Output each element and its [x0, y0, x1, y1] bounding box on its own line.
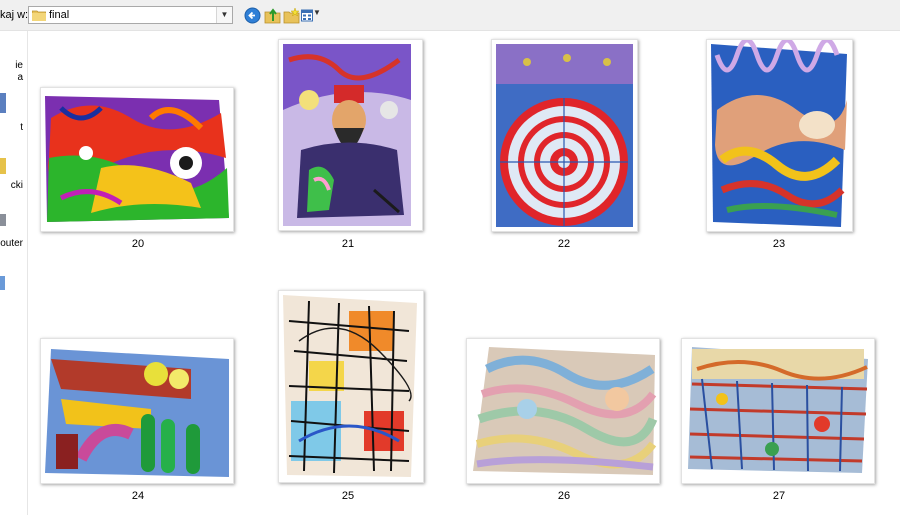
- file-name-label: 24: [131, 490, 145, 502]
- place-label: ie: [15, 60, 23, 71]
- image-thumbnail: [706, 39, 853, 232]
- look-in-combobox[interactable]: final ▼: [28, 6, 233, 24]
- file-item-25[interactable]: 25: [250, 290, 446, 503]
- back-icon[interactable]: [244, 7, 261, 24]
- image-thumbnail: [681, 338, 875, 484]
- file-name-label: 26: [557, 490, 571, 502]
- file-name-label: 27: [772, 490, 786, 502]
- file-name-label: 23: [772, 238, 786, 250]
- network-icon: [0, 276, 5, 290]
- file-list-view[interactable]: 20 21 22 23 24 25 26 27: [28, 31, 900, 515]
- places-bar: ie a t cki outer: [0, 31, 28, 515]
- file-item-21[interactable]: 21: [250, 39, 446, 251]
- look-in-value: final: [49, 9, 70, 21]
- look-in-label: kaj w:: [0, 9, 29, 21]
- folder-icon: [32, 10, 46, 21]
- new-folder-icon[interactable]: [283, 7, 300, 24]
- up-folder-icon[interactable]: [264, 7, 281, 24]
- image-thumbnail: [466, 338, 660, 484]
- place-label: outer: [0, 238, 23, 249]
- view-menu-chevron-icon[interactable]: ▼: [313, 8, 321, 17]
- place-label: t: [20, 122, 23, 133]
- chevron-down-icon[interactable]: ▼: [216, 7, 232, 23]
- place-label: a: [17, 72, 23, 83]
- file-item-23[interactable]: 23: [681, 39, 877, 251]
- view-menu-icon[interactable]: [301, 7, 313, 24]
- file-name-label: 25: [341, 490, 355, 502]
- file-item-20[interactable]: 20: [40, 41, 236, 251]
- place-label: cki: [10, 180, 23, 191]
- file-item-24[interactable]: 24: [40, 293, 236, 503]
- file-name-label: 20: [131, 238, 145, 250]
- file-name-label: 21: [341, 238, 355, 250]
- computer-icon: [0, 214, 6, 226]
- image-thumbnail: [278, 290, 424, 483]
- image-thumbnail: [491, 39, 638, 232]
- image-thumbnail: [40, 87, 234, 232]
- file-item-22[interactable]: 22: [466, 39, 662, 251]
- image-thumbnail: [40, 338, 234, 484]
- image-thumbnail: [278, 39, 423, 231]
- file-name-label: 22: [557, 238, 571, 250]
- file-item-26[interactable]: 26: [466, 293, 662, 503]
- file-item-27[interactable]: 27: [681, 293, 877, 503]
- look-in-toolbar: kaj w: final ▼ ▼: [0, 0, 900, 31]
- library-icon: [0, 158, 6, 174]
- documents-icon: [0, 93, 6, 113]
